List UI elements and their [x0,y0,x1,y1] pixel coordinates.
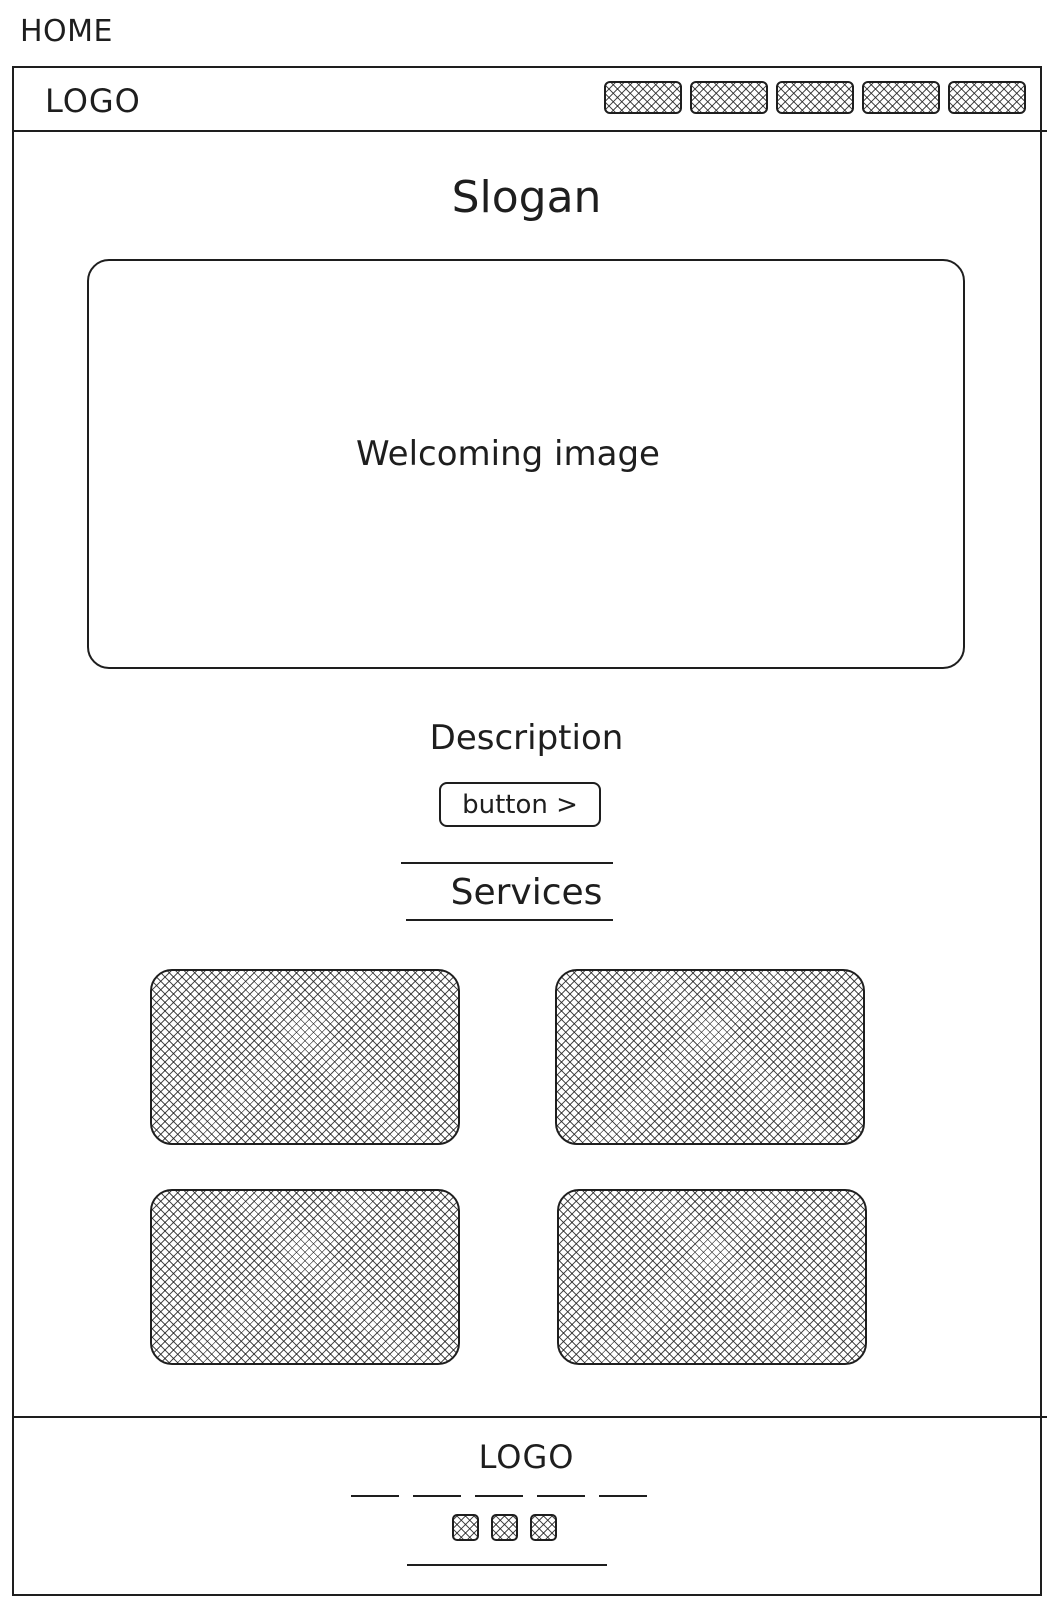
cta-button[interactable]: button > [439,782,601,827]
footer-logo[interactable]: LOGO [0,1438,1053,1476]
footer-bottom-rule [407,1564,607,1566]
nav-item-5[interactable] [948,81,1026,114]
nav-item-2[interactable] [690,81,768,114]
main-nav [604,81,1026,114]
nav-item-4[interactable] [862,81,940,114]
footer-links [351,1495,647,1497]
header-logo[interactable]: LOGO [45,82,141,120]
service-card-4[interactable] [557,1189,867,1365]
welcoming-image-label: Welcoming image [356,434,660,474]
service-card-2[interactable] [555,969,865,1145]
social-icon-2[interactable] [491,1514,518,1541]
footer-link-5[interactable] [599,1495,647,1497]
services-title: Services [450,872,603,913]
nav-item-3[interactable] [776,81,854,114]
service-card-3[interactable] [150,1189,460,1365]
welcoming-image: Welcoming image [87,259,965,669]
service-card-1[interactable] [150,969,460,1145]
services-rule-bottom [406,919,613,921]
slogan: Slogan [0,172,1053,223]
footer-link-2[interactable] [413,1495,461,1497]
description: Description [429,718,624,758]
page-label: HOME [20,14,114,49]
slogan-text: Slogan [451,172,602,223]
social-icon-3[interactable] [530,1514,557,1541]
footer-link-1[interactable] [351,1495,399,1497]
footer-link-4[interactable] [537,1495,585,1497]
social-icons [452,1514,557,1541]
footer-link-3[interactable] [475,1495,523,1497]
footer-divider [12,1416,1047,1418]
nav-item-1[interactable] [604,81,682,114]
social-icon-1[interactable] [452,1514,479,1541]
services-rule-top [401,862,613,864]
